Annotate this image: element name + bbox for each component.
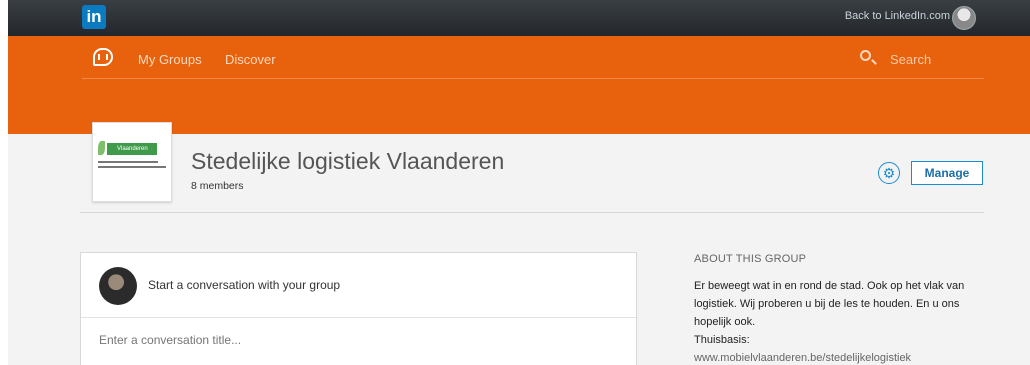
groups-header: My Groups Discover Search xyxy=(8,36,1030,134)
gear-icon: ⚙ xyxy=(882,164,896,181)
nav-discover[interactable]: Discover xyxy=(225,52,276,67)
user-avatar[interactable] xyxy=(952,6,976,30)
logo-line xyxy=(98,166,166,168)
user-avatar xyxy=(99,267,137,305)
groups-chat-icon[interactable] xyxy=(93,48,113,66)
conversation-prompt[interactable]: Start a conversation with your group xyxy=(148,278,340,292)
about-description: Er beweegt wat in en rond de stad. Ook o… xyxy=(694,280,965,328)
leaf-icon xyxy=(98,141,105,155)
about-heading: ABOUT THIS GROUP xyxy=(694,253,807,265)
logo-line xyxy=(98,161,158,163)
group-logo-text: Vlaanderen xyxy=(107,143,157,155)
back-to-linkedin-link[interactable]: Back to LinkedIn.com xyxy=(845,10,950,22)
linkedin-groups-page: in Back to LinkedIn.com My Groups Discov… xyxy=(8,0,1030,365)
settings-button[interactable]: ⚙ xyxy=(878,162,900,184)
conversation-title-input[interactable] xyxy=(99,333,599,347)
start-conversation-card: Start a conversation with your group xyxy=(80,252,637,365)
base-label: Thuisbasis: xyxy=(694,334,750,346)
linkedin-top-bar: in Back to LinkedIn.com xyxy=(8,0,1030,36)
card-divider xyxy=(81,317,636,318)
search-icon[interactable] xyxy=(860,50,871,61)
group-title: Stedelijke logistiek Vlaanderen xyxy=(191,148,505,174)
nav-my-groups[interactable]: My Groups xyxy=(138,52,202,67)
section-divider xyxy=(80,212,984,213)
linkedin-logo[interactable]: in xyxy=(82,5,106,29)
header-divider xyxy=(82,78,984,79)
manage-button[interactable]: Manage xyxy=(911,161,983,185)
about-content: Er beweegt wat in en rond de stad. Ook o… xyxy=(694,277,984,365)
search-input[interactable]: Search xyxy=(890,52,931,67)
member-count[interactable]: 8 members xyxy=(191,180,244,192)
base-link[interactable]: www.mobielvlaanderen.be/stedelijkelogist… xyxy=(694,349,984,365)
group-logo: Vlaanderen xyxy=(92,122,172,202)
